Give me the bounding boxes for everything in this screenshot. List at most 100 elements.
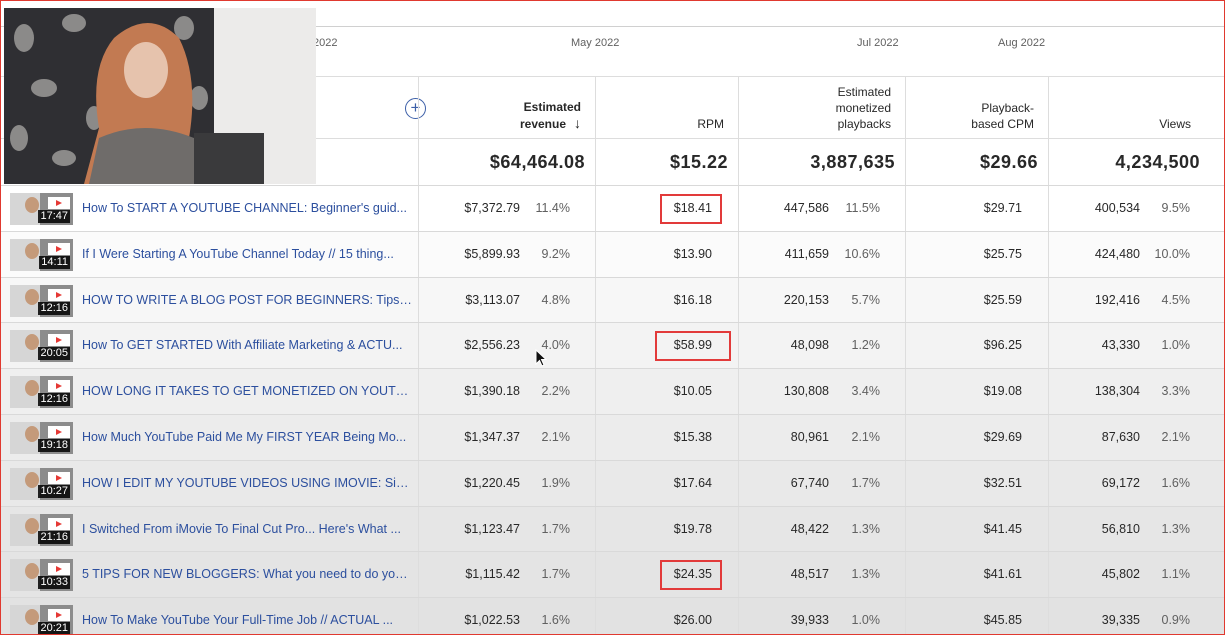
column-header-views[interactable]: Views	[1048, 77, 1205, 139]
cell-estimated-revenue: $1,390.18 2.2%	[418, 369, 595, 415]
table-row[interactable]: 20:21 How To Make YouTube Your Full-Time …	[0, 597, 1225, 635]
cell-rpm: $18.41	[595, 186, 738, 232]
playbacks-value: 447,586	[783, 201, 829, 215]
cell-estimated-revenue: $7,372.79 11.4%	[418, 186, 595, 232]
video-thumbnail[interactable]: 17:47	[10, 193, 73, 225]
video-thumbnail[interactable]: 10:27	[10, 467, 73, 500]
video-title-link[interactable]: How Much YouTube Paid Me My FIRST YEAR B…	[82, 415, 412, 460]
video-duration: 17:47	[38, 210, 70, 223]
video-thumbnail[interactable]: 19:18	[10, 421, 73, 454]
cell-playback-cpm: $29.69	[905, 414, 1048, 461]
video-duration: 12:16	[38, 393, 70, 407]
table-row[interactable]: 10:33 5 TIPS FOR NEW BLOGGERS: What you n…	[0, 551, 1225, 599]
video-thumbnail[interactable]: 20:21	[10, 605, 73, 635]
timeline-label: May 2022	[571, 37, 620, 49]
playbacks-percent: 2.1%	[851, 429, 881, 444]
total-monetized-playbacks: 3,887,635	[738, 139, 905, 186]
video-thumbnail[interactable]: 10:33	[10, 559, 73, 592]
video-duration: 19:18	[38, 438, 70, 452]
video-duration: 12:16	[38, 301, 70, 315]
cell-playback-cpm: $45.85	[905, 598, 1048, 635]
video-duration: 14:11	[39, 255, 70, 269]
cell-playback-cpm: $25.75	[905, 231, 1048, 278]
video-title-link[interactable]: HOW LONG IT TAKES TO GET MONETIZED ON YO…	[82, 369, 412, 414]
revenue-value: $1,347.37	[464, 429, 520, 444]
video-title-link[interactable]: How To Make YouTube Your Full-Time Job /…	[82, 598, 412, 635]
video-title-link[interactable]: How To START A YOUTUBE CHANNEL: Beginner…	[82, 186, 412, 231]
playbacks-percent: 3.4%	[851, 384, 881, 399]
table-row[interactable]: 17:47 How To START A YOUTUBE CHANNEL: Beg…	[0, 185, 1225, 232]
video-thumbnail[interactable]: 12:16	[10, 376, 73, 409]
cell-estimated-revenue: $1,347.37 2.1%	[418, 414, 595, 461]
column-header-estimated-revenue[interactable]: Estimated revenue ↓	[418, 77, 595, 139]
video-title-link[interactable]: If I Were Starting A YouTube Channel Tod…	[82, 232, 412, 277]
cell-rpm: $58.99	[595, 323, 738, 370]
cell-views: 69,172 1.6%	[1048, 460, 1225, 507]
table-row[interactable]: 20:05 How To GET STARTED With Affiliate M…	[0, 322, 1225, 370]
cell-views: 138,304 3.3%	[1048, 369, 1225, 415]
video-duration: 10:27	[38, 484, 70, 498]
video-title-link[interactable]: HOW TO WRITE A BLOG POST FOR BEGINNERS: …	[82, 278, 412, 323]
cell-rpm: $26.00	[595, 598, 738, 635]
cell-rpm: $10.05	[595, 369, 738, 415]
rpm-value: $15.38	[673, 429, 712, 444]
table-row[interactable]: 12:16 HOW LONG IT TAKES TO GET MONETIZED …	[0, 368, 1225, 415]
views-value: 39,335	[1101, 613, 1140, 628]
cpm-value: $25.75	[983, 246, 1022, 261]
cell-monetized-playbacks: 48,098 1.2%	[738, 323, 905, 370]
table-row[interactable]: 21:16 I Switched From iMovie To Final Cut…	[0, 505, 1225, 553]
cpm-value: $29.69	[983, 429, 1022, 444]
rpm-value: $58.99	[673, 338, 712, 353]
video-thumbnail[interactable]: 20:05	[10, 330, 73, 363]
views-value: 45,802	[1101, 567, 1140, 582]
cell-monetized-playbacks: 130,808 3.4%	[738, 369, 905, 415]
playbacks-percent: 5.7%	[851, 292, 881, 307]
playbacks-value: 48,422	[790, 521, 829, 536]
table-row[interactable]: 19:18 How Much YouTube Paid Me My FIRST Y…	[0, 413, 1225, 461]
revenue-value: $5,899.93	[464, 246, 520, 261]
views-value: 43,330	[1101, 338, 1140, 353]
column-header-rpm[interactable]: RPM	[595, 77, 738, 139]
video-title-link[interactable]: How To GET STARTED With Affiliate Market…	[82, 323, 412, 368]
cell-estimated-revenue: $1,022.53 1.6%	[418, 598, 595, 635]
timeline-label: Aug 2022	[998, 37, 1046, 49]
cell-views: 424,480 10.0%	[1048, 231, 1225, 278]
video-title-link[interactable]: I Switched From iMovie To Final Cut Pro.…	[82, 507, 412, 552]
revenue-percent: 4.8%	[541, 292, 571, 307]
video-title-link[interactable]: 5 TIPS FOR NEW BLOGGERS: What you need t…	[82, 552, 412, 597]
cell-estimated-revenue: $3,113.07 4.8%	[418, 277, 595, 324]
cell-monetized-playbacks: 447,586 11.5%	[738, 186, 905, 232]
playbacks-value: 80,961	[790, 429, 829, 444]
column-header-monetized-playbacks[interactable]: Estimated monetized playbacks	[738, 77, 905, 139]
rpm-value: $24.35	[673, 567, 712, 582]
cell-views: 192,416 4.5%	[1048, 277, 1225, 324]
playbacks-value: 220,153	[783, 292, 829, 307]
cell-playback-cpm: $25.59	[905, 277, 1048, 324]
table-body: 17:47 How To START A YOUTUBE CHANNEL: Beg…	[0, 185, 1225, 635]
video-thumbnail[interactable]: 21:16	[10, 513, 73, 546]
table-row[interactable]: 12:16 HOW TO WRITE A BLOG POST FOR BEGINN…	[0, 276, 1225, 324]
cpm-value: $45.85	[983, 613, 1022, 628]
table-row[interactable]: 14:11 If I Were Starting A YouTube Channe…	[0, 230, 1225, 278]
mouse-cursor-icon	[535, 348, 548, 372]
rpm-value: $19.78	[673, 521, 712, 536]
video-title-link[interactable]: HOW I EDIT MY YOUTUBE VIDEOS USING IMOVI…	[82, 461, 412, 506]
column-header-playback-cpm[interactable]: Playback-based CPM	[905, 77, 1048, 139]
timeline-label: 2022	[313, 37, 338, 49]
revenue-value: $2,556.23	[464, 338, 520, 353]
views-value: 87,630	[1101, 429, 1140, 444]
table-row[interactable]: 10:27 HOW I EDIT MY YOUTUBE VIDEOS USING …	[0, 459, 1225, 507]
cell-views: 43,330 1.0%	[1048, 323, 1225, 370]
views-value: 69,172	[1101, 475, 1140, 490]
arrow-down-icon: ↓	[574, 115, 581, 131]
cell-rpm: $17.64	[595, 460, 738, 507]
views-percent: 0.9%	[1161, 613, 1191, 628]
video-duration: 20:21	[38, 622, 70, 635]
cell-playback-cpm: $32.51	[905, 460, 1048, 507]
cell-playback-cpm: $96.25	[905, 323, 1048, 370]
cell-playback-cpm: $41.45	[905, 506, 1048, 553]
video-thumbnail[interactable]: 14:11	[10, 238, 73, 271]
views-percent: 1.6%	[1161, 475, 1191, 490]
cell-monetized-playbacks: 67,740 1.7%	[738, 460, 905, 507]
video-thumbnail[interactable]: 12:16	[10, 284, 73, 317]
